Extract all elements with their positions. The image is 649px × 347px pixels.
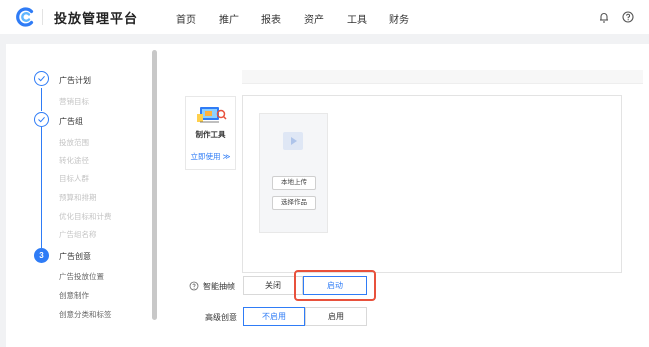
bell-icon[interactable] bbox=[597, 10, 611, 24]
logo-icon bbox=[16, 7, 34, 27]
advanced-creative-enable-button[interactable]: 启用 bbox=[305, 307, 367, 326]
design-tool-icon bbox=[197, 107, 227, 123]
help-circle-icon[interactable] bbox=[621, 10, 635, 24]
logo-divider bbox=[42, 9, 43, 25]
production-tool-card[interactable]: 制作工具 立即使用 ≫ bbox=[185, 96, 236, 170]
step-sub-marketing-goal[interactable]: 营销目标 bbox=[59, 96, 89, 107]
local-upload-button[interactable]: 本地上传 bbox=[272, 176, 316, 190]
top-navigation-bar: 投放管理平台 首页 推广 报表 资产 工具 财务 bbox=[0, 0, 649, 34]
nav-item-tools[interactable]: 工具 bbox=[347, 11, 367, 26]
advanced-creative-label: 高级创意 bbox=[205, 313, 237, 322]
section-header-strip bbox=[242, 70, 643, 84]
step-current-number: 3 bbox=[34, 248, 49, 263]
advanced-creative-disable-button[interactable]: 不启用 bbox=[243, 307, 305, 326]
nav-item-home[interactable]: 首页 bbox=[176, 11, 196, 26]
step-done-check-icon bbox=[34, 112, 49, 127]
step-ad-group[interactable]: 广告组 bbox=[59, 116, 83, 127]
step-sub-creative-category-tags[interactable]: 创意分类和标签 bbox=[59, 309, 112, 320]
step-sub-delivery-scope[interactable]: 投放范围 bbox=[59, 137, 89, 148]
video-upload-card bbox=[259, 113, 328, 233]
step-sub-placement[interactable]: 广告投放位置 bbox=[59, 271, 104, 282]
step-ad-creative[interactable]: 广告创意 bbox=[59, 251, 91, 262]
choose-work-button[interactable]: 选择作品 bbox=[272, 196, 316, 210]
highlight-box bbox=[294, 270, 376, 301]
step-sub-creative-production[interactable]: 创意制作 bbox=[59, 290, 89, 301]
step-sub-conversion-path[interactable]: 转化途径 bbox=[59, 155, 89, 166]
production-tool-name: 制作工具 bbox=[195, 130, 226, 139]
help-icon[interactable] bbox=[189, 281, 199, 291]
nav-item-assets[interactable]: 资产 bbox=[304, 11, 324, 26]
nav-item-finance[interactable]: 财务 bbox=[389, 11, 409, 26]
smart-frame-label: 智能抽帧 bbox=[203, 282, 235, 291]
use-now-link[interactable]: 立即使用 ≫ bbox=[186, 151, 235, 162]
step-connector bbox=[41, 88, 42, 111]
step-connector bbox=[41, 127, 42, 248]
step-sub-optimization-billing[interactable]: 优化目标和计费 bbox=[59, 211, 112, 222]
step-ad-plan[interactable]: 广告计划 bbox=[59, 75, 91, 86]
step-sub-target-audience[interactable]: 目标人群 bbox=[59, 173, 89, 184]
nav-item-promotion[interactable]: 推广 bbox=[219, 11, 239, 26]
step-sub-budget-schedule[interactable]: 预算和排期 bbox=[59, 192, 97, 203]
step-sub-group-name[interactable]: 广告组名称 bbox=[59, 229, 97, 240]
nav-item-reports[interactable]: 报表 bbox=[261, 11, 281, 26]
sidebar-scrollbar[interactable] bbox=[152, 50, 157, 320]
video-placeholder-icon bbox=[283, 132, 303, 150]
step-done-check-icon bbox=[34, 71, 49, 86]
app-title: 投放管理平台 bbox=[54, 11, 139, 26]
